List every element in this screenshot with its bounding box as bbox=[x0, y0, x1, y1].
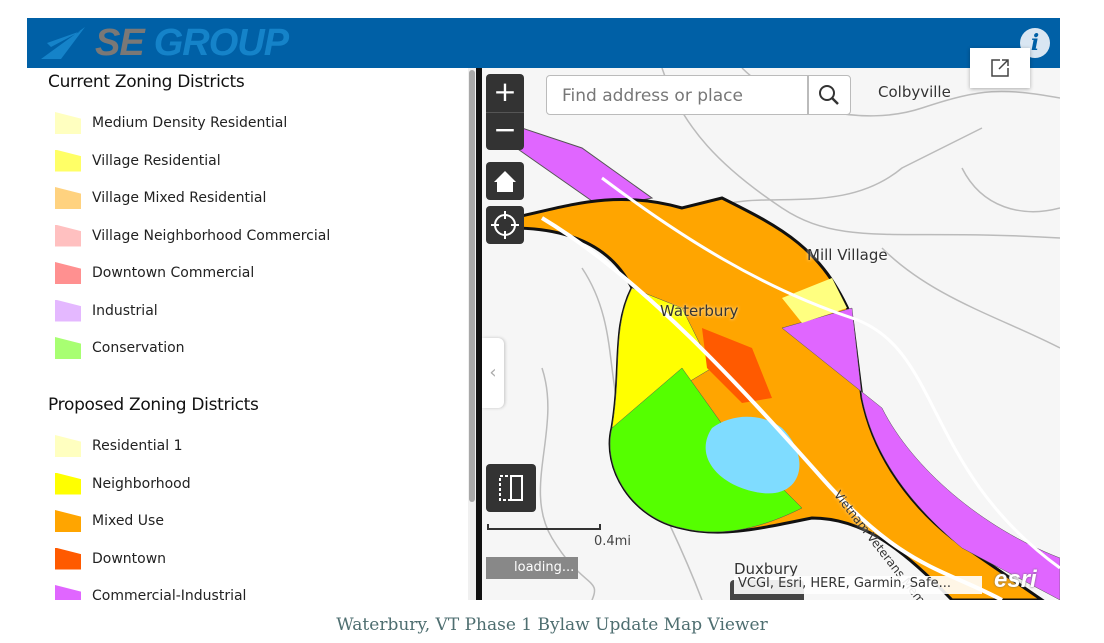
legend-label: Village Neighborhood Commercial bbox=[92, 227, 331, 244]
legend-swatch bbox=[55, 187, 81, 209]
legend-item: Downtown Commercial bbox=[55, 262, 254, 284]
legend-label: Industrial bbox=[92, 302, 158, 319]
legend-label: Downtown bbox=[92, 550, 167, 567]
swipe-icon bbox=[499, 475, 523, 501]
open-new-window-button[interactable] bbox=[970, 48, 1030, 88]
logo-text-se: SE bbox=[95, 21, 145, 64]
place-label-waterbury: Waterbury bbox=[660, 302, 739, 320]
zoom-out-button[interactable]: − bbox=[486, 112, 524, 150]
legend-item: Medium Density Residential bbox=[55, 112, 287, 134]
legend-panel: Current Zoning Districts Medium Density … bbox=[27, 68, 470, 600]
legend-swatch bbox=[55, 262, 81, 284]
legend-swatch bbox=[55, 585, 81, 600]
locate-icon bbox=[491, 211, 519, 239]
legend-label: Village Mixed Residential bbox=[92, 190, 267, 206]
logo-wing-icon bbox=[41, 27, 85, 59]
legend-label: Downtown Commercial bbox=[92, 265, 255, 281]
zoom-in-button[interactable]: + bbox=[486, 74, 524, 112]
legend-item: Commercial-Industrial bbox=[55, 585, 246, 600]
legend-label: Medium Density Residential bbox=[92, 115, 288, 131]
loading-text: loading... bbox=[514, 560, 575, 575]
page-footer-title: Waterbury, VT Phase 1 Bylaw Update Map V… bbox=[336, 615, 768, 635]
scale-label: 0.4mi bbox=[594, 534, 631, 549]
legend-item: Downtown bbox=[55, 547, 167, 570]
legend-scrollbar[interactable] bbox=[468, 68, 476, 600]
scrollbar-thumb[interactable] bbox=[469, 70, 475, 502]
legend-item: Conservation bbox=[55, 337, 185, 359]
map-view[interactable]: Colbyville Mill Village Waterbury Duxbur… bbox=[482, 68, 1060, 600]
legend-swatch bbox=[55, 547, 81, 570]
legend-swatch bbox=[55, 337, 81, 359]
legend-item: Neighborhood bbox=[55, 472, 191, 495]
logo-text-group: GROUP bbox=[153, 21, 289, 64]
attribution-text: VCGI, Esri, HERE, Garmin, Safe... bbox=[734, 576, 982, 594]
zoning-map[interactable] bbox=[482, 68, 1060, 600]
legend-label: Commercial-Industrial bbox=[92, 588, 247, 600]
search-button[interactable] bbox=[808, 75, 851, 115]
legend-label: Residential 1 bbox=[92, 438, 183, 454]
home-icon bbox=[494, 171, 516, 192]
legend-swatch bbox=[55, 472, 81, 495]
legend-swatch bbox=[55, 224, 81, 247]
search-icon bbox=[819, 85, 839, 105]
legend-label: Neighborhood bbox=[92, 475, 191, 492]
search-input[interactable]: Find address or place bbox=[546, 75, 808, 115]
current-zoning-heading: Current Zoning Districts bbox=[48, 72, 245, 92]
legend-item: Village Mixed Residential bbox=[55, 187, 266, 209]
external-link-icon bbox=[991, 59, 1009, 77]
legend-swatch bbox=[55, 435, 81, 457]
legend-item: Residential 1 bbox=[55, 435, 182, 457]
legend-label: Village Residential bbox=[92, 152, 221, 169]
coordinate-status[interactable]: loading... bbox=[486, 557, 578, 579]
legend-item: Mixed Use bbox=[55, 510, 164, 532]
proposed-zoning-heading: Proposed Zoning Districts bbox=[48, 395, 259, 415]
home-button[interactable] bbox=[486, 162, 524, 200]
legend-swatch bbox=[55, 299, 81, 322]
app-header: SE GROUP i bbox=[27, 18, 1060, 68]
legend-label: Conservation bbox=[92, 340, 185, 356]
legend-item: Village Neighborhood Commercial bbox=[55, 224, 331, 247]
se-group-logo: SE GROUP bbox=[41, 21, 289, 65]
legend-label: Mixed Use bbox=[92, 513, 164, 529]
place-label-mill-village: Mill Village bbox=[807, 246, 888, 264]
collapse-panel-button[interactable]: ‹ bbox=[482, 338, 504, 408]
legend-item: Industrial bbox=[55, 299, 158, 322]
place-label-colbyville: Colbyville bbox=[878, 83, 951, 101]
locate-button[interactable] bbox=[486, 206, 524, 244]
legend-swatch bbox=[55, 112, 81, 134]
esri-logo: esri bbox=[994, 566, 1037, 593]
swipe-toggle-button[interactable] bbox=[486, 464, 536, 512]
scale-bar bbox=[487, 524, 601, 530]
legend-swatch bbox=[55, 149, 81, 172]
legend-item: Village Residential bbox=[55, 149, 221, 172]
legend-swatch bbox=[55, 510, 81, 532]
